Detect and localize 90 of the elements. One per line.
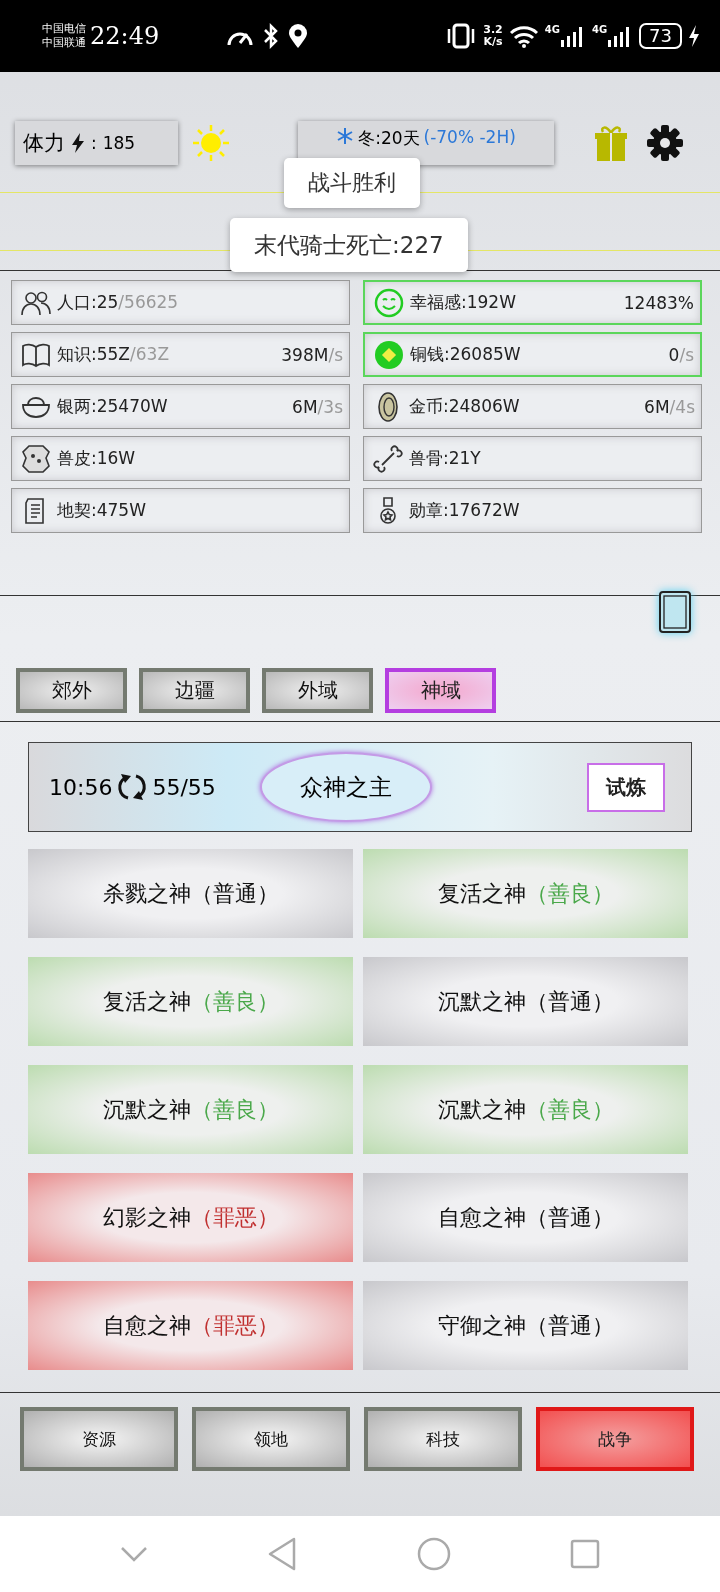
god-card[interactable]: 杀戮之神（普通） <box>28 849 353 938</box>
resource-card[interactable]: 金币:24806W 6M/4s <box>363 384 702 429</box>
god-name: 自愈之神（普通） <box>437 1203 614 1232</box>
resource-amount: 银两:25470W <box>57 395 168 418</box>
nav-tab[interactable]: 战争 <box>536 1407 694 1471</box>
resource-card[interactable]: 兽骨:21Y <box>363 436 702 481</box>
settings-icon[interactable] <box>646 124 684 162</box>
attempt-count: 55/55 <box>152 774 216 800</box>
season-text: 冬:20天 <box>358 127 420 150</box>
network-speed: 3.2 K/s <box>483 24 503 48</box>
refresh-icon[interactable] <box>116 771 149 803</box>
season-effect: (-70% -2H) <box>423 127 516 147</box>
carrier-name: 中国电信 <box>42 22 86 36</box>
clock-time: 22:49 <box>90 22 160 50</box>
god-name: 守御之神（普通） <box>437 1311 614 1340</box>
sun-icon <box>192 124 230 162</box>
region-tab[interactable]: 郊外 <box>16 668 127 713</box>
countdown-timer: 10:56 <box>49 774 113 800</box>
resource-rate: 6M/3s <box>292 396 343 417</box>
resource-rate: 398M/s <box>281 344 343 365</box>
bone-icon <box>373 443 403 474</box>
stamina-value: 185 <box>102 133 136 153</box>
resource-card[interactable]: 兽皮:16W <box>11 436 350 481</box>
resource-amount: 人口:25/56625 <box>57 291 179 314</box>
charging-icon <box>688 24 700 48</box>
god-name: 杀戮之神（普通） <box>102 879 279 908</box>
god-name: 沉默之神（普通） <box>437 987 614 1016</box>
recents-icon[interactable] <box>570 1539 601 1569</box>
god-card[interactable]: 沉默之神（普通） <box>363 957 688 1046</box>
gift-icon[interactable] <box>594 123 628 163</box>
resource-card[interactable]: 人口:25/56625 <box>11 280 350 325</box>
snowflake-icon <box>336 127 355 145</box>
back-icon[interactable] <box>267 1537 298 1571</box>
god-card[interactable]: 沉默之神（善良） <box>363 1065 688 1154</box>
resource-amount: 幸福感:192W <box>410 291 516 314</box>
resource-card[interactable]: 幸福感:192W 12483% <box>363 280 702 325</box>
god-name: 沉默之神（善良） <box>437 1095 614 1124</box>
boss-name[interactable]: 众神之主 <box>259 752 432 822</box>
location-icon <box>287 23 310 49</box>
network-type: 4G <box>591 24 608 35</box>
resource-card[interactable]: 银两:25470W 6M/3s <box>11 384 350 429</box>
wifi-icon <box>508 24 539 48</box>
resource-amount: 金币:24806W <box>409 395 520 418</box>
toast-message: 战斗胜利 <box>284 158 420 208</box>
card-icon[interactable] <box>658 590 692 634</box>
stamina-label: 体力 <box>23 130 65 157</box>
region-tab[interactable]: 边疆 <box>139 668 250 713</box>
resource-rate: 0/s <box>668 344 694 365</box>
resource-amount: 地契:475W <box>57 499 146 522</box>
nav-tab[interactable]: 科技 <box>364 1407 522 1471</box>
resource-card[interactable]: 知识:55Z/63Z 398M/s <box>11 332 350 377</box>
square-hole-coin-icon <box>374 339 404 370</box>
god-name: 沉默之神（善良） <box>102 1095 279 1124</box>
resource-amount: 铜钱:26085W <box>410 343 521 366</box>
resource-rate: 12483% <box>623 292 694 313</box>
home-icon[interactable] <box>416 1537 451 1571</box>
lightning-icon <box>71 133 85 153</box>
god-name: 自愈之神（罪恶） <box>102 1311 279 1340</box>
trial-button[interactable]: 试炼 <box>587 762 665 812</box>
battery-level: 73 <box>639 23 682 49</box>
god-card[interactable]: 复活之神（善良） <box>28 957 353 1046</box>
god-card[interactable]: 自愈之神（罪恶） <box>28 1281 353 1370</box>
region-tab[interactable]: 神域 <box>385 668 496 713</box>
region-tab[interactable]: 外域 <box>262 668 373 713</box>
resource-card[interactable]: 勋章:17672W <box>363 488 702 533</box>
hide-icon <box>21 443 51 474</box>
resource-card[interactable]: 地契:475W <box>11 488 350 533</box>
god-card[interactable]: 沉默之神（善良） <box>28 1065 353 1154</box>
network-type: 4G <box>544 24 560 35</box>
god-card[interactable]: 复活之神（善良） <box>363 849 688 938</box>
god-card[interactable]: 幻影之神（罪恶） <box>28 1173 353 1262</box>
toast-message: 末代骑士死亡:227 <box>230 218 468 272</box>
stamina-separator: : <box>91 133 97 153</box>
resource-amount: 兽皮:16W <box>57 447 136 470</box>
smile-icon <box>374 287 404 318</box>
carrier-name: 中国联通 <box>42 36 86 50</box>
resource-amount: 勋章:17672W <box>409 499 520 522</box>
resource-card[interactable]: 铜钱:26085W 0/s <box>363 332 702 377</box>
god-name: 复活之神（善良） <box>437 879 614 908</box>
resource-amount: 知识:55Z/63Z <box>57 343 170 366</box>
god-name: 复活之神（善良） <box>102 987 279 1016</box>
god-name: 幻影之神（罪恶） <box>102 1203 279 1232</box>
nav-tab[interactable]: 领地 <box>192 1407 350 1471</box>
god-card[interactable]: 自愈之神（普通） <box>363 1173 688 1262</box>
resource-amount: 兽骨:21Y <box>409 447 481 470</box>
bluetooth-icon <box>263 23 280 49</box>
chevron-down-icon[interactable] <box>119 1546 148 1562</box>
god-card[interactable]: 守御之神（普通） <box>363 1281 688 1370</box>
resource-rate: 6M/4s <box>644 396 695 417</box>
nav-tab[interactable]: 资源 <box>20 1407 178 1471</box>
